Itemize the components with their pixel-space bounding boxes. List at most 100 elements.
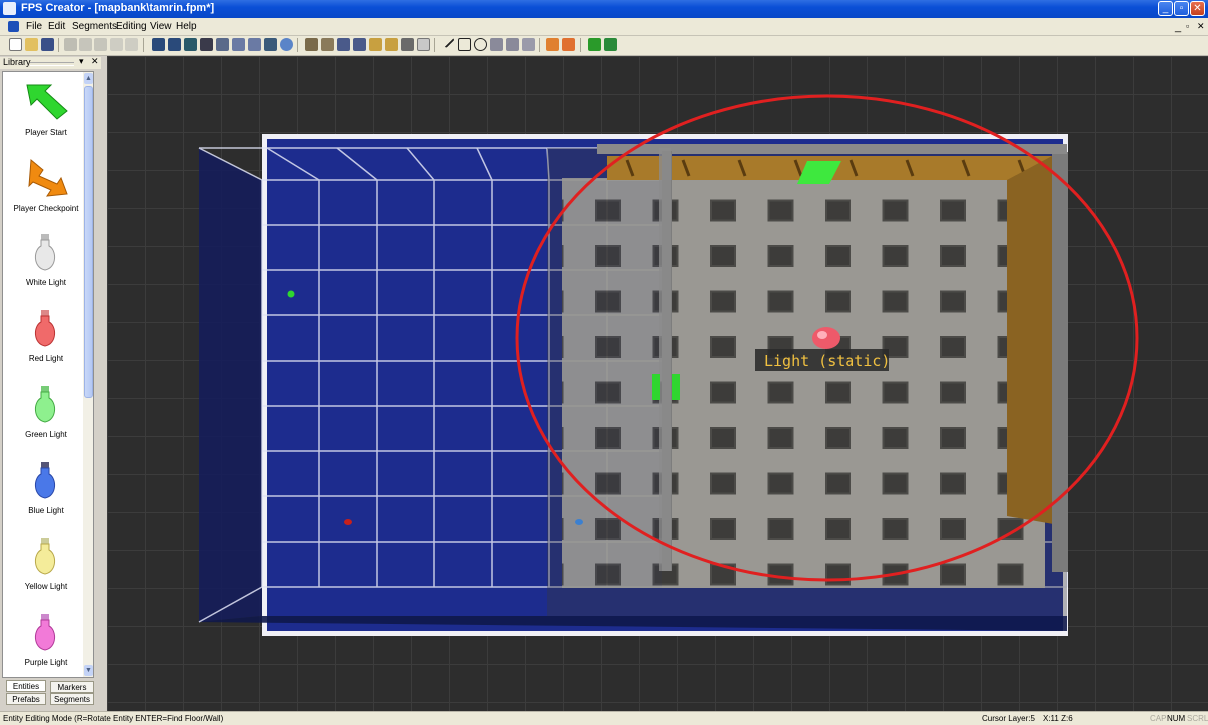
child-minimize-icon[interactable]: _	[1175, 21, 1181, 33]
entity-tooltip: Light (static)	[764, 352, 890, 370]
menu-help[interactable]: Help	[176, 21, 197, 32]
view-icon-4[interactable]	[200, 38, 213, 51]
library-item-label: Yellow Light	[24, 582, 68, 591]
library-item-player-checkpoint[interactable]: Player Checkpoint	[3, 152, 83, 228]
brush-icon[interactable]	[385, 38, 398, 51]
menu-editing[interactable]: Editing	[116, 21, 147, 32]
paste-icon[interactable]	[94, 38, 107, 51]
open-folder-icon[interactable]	[25, 38, 38, 51]
segment-tool-icon-1[interactable]	[305, 38, 318, 51]
window-title: FPS Creator - [mapbank\tamrin.fpm*]	[21, 2, 215, 14]
status-bar: Entity Editing Mode (R=Rotate Entity ENT…	[0, 711, 1208, 725]
menu-bar: File Edit Segments Editing View Help _ ▫…	[0, 18, 1208, 36]
tab-markers[interactable]: Markers	[50, 681, 94, 693]
orange-arrow-icon	[28, 158, 68, 197]
save-icon[interactable]	[41, 38, 54, 51]
copy-icon[interactable]	[79, 38, 92, 51]
light-bulb-icon	[35, 234, 55, 271]
status-num: NUM	[1167, 714, 1186, 723]
library-panel: Player Start Player Checkpoint White Lig…	[2, 71, 94, 678]
library-item-label: Player Start	[25, 128, 67, 137]
library-item-red-light[interactable]: Red Light	[3, 304, 83, 380]
select-area-icon[interactable]	[417, 38, 430, 51]
line-tool-icon[interactable]	[441, 34, 455, 49]
segment-tool-icon-2[interactable]	[321, 38, 334, 51]
light-bulb-icon	[35, 386, 55, 423]
library-item-label: Blue Light	[28, 506, 64, 515]
child-close-icon[interactable]: ✕	[1197, 21, 1205, 32]
library-item-green-light[interactable]: Green Light	[3, 380, 83, 456]
library-item-white-light[interactable]: White Light	[3, 228, 83, 304]
cut-icon[interactable]	[64, 38, 77, 51]
close-button[interactable]: ✕	[1190, 1, 1205, 16]
status-cursor-layer: Cursor Layer:5	[982, 714, 1035, 723]
test-game-icon[interactable]	[588, 38, 601, 51]
document-icon	[8, 21, 19, 32]
library-item-label: Player Checkpoint	[13, 204, 79, 213]
entity-tool-icon-2[interactable]	[506, 38, 519, 51]
layers-icon[interactable]	[216, 38, 229, 51]
rectangle-tool-icon[interactable]	[458, 38, 471, 51]
title-bar: FPS Creator - [mapbank\tamrin.fpm*] _ ▫ …	[0, 0, 1208, 18]
close-panel-icon[interactable]: ✕	[91, 56, 99, 67]
entity-tool-icon-1[interactable]	[490, 38, 503, 51]
menu-file[interactable]: File	[26, 21, 42, 32]
pin-icon[interactable]: ▾	[79, 56, 84, 67]
library-item-label: Red Light	[28, 354, 64, 363]
minimize-button[interactable]: _	[1158, 1, 1173, 16]
layer-up-icon[interactable]	[232, 38, 245, 51]
circle-tool-icon[interactable]	[474, 38, 487, 51]
tab-segments[interactable]: Segments	[50, 693, 94, 705]
maximize-button[interactable]: ▫	[1174, 1, 1189, 16]
level-view[interactable]: Light (static)	[107, 56, 1208, 711]
library-item-blue-light[interactable]: Blue Light	[3, 456, 83, 532]
light-bulb-icon	[35, 310, 55, 347]
library-item-label: Green Light	[25, 430, 67, 439]
view-icon-3[interactable]	[184, 38, 197, 51]
editor-viewport[interactable]: Light (static)	[107, 56, 1208, 711]
scroll-up-icon[interactable]: ▲	[84, 73, 93, 84]
library-item-label: White Light	[25, 278, 67, 287]
menu-edit[interactable]: Edit	[48, 21, 65, 32]
library-item-label: Purple Light	[24, 658, 68, 667]
scroll-down-icon[interactable]: ▼	[84, 665, 93, 676]
library-item-purple-light[interactable]: Purple Light	[3, 608, 83, 677]
library-header: Library ▾ ✕	[0, 56, 101, 69]
child-restore-icon[interactable]: ▫	[1186, 21, 1189, 31]
panel-grip[interactable]	[30, 62, 74, 66]
segment-tool-icon-3[interactable]	[337, 38, 350, 51]
layer-down-icon[interactable]	[248, 38, 261, 51]
map-icon[interactable]	[264, 38, 277, 51]
toolbar	[0, 34, 1208, 56]
library-title: Library	[3, 57, 31, 67]
flag-icon-2[interactable]	[562, 38, 575, 51]
build-game-icon[interactable]	[604, 38, 617, 51]
light-bulb-icon	[35, 614, 55, 651]
scrollbar-thumb[interactable]	[84, 86, 93, 398]
pick-icon[interactable]	[401, 38, 414, 51]
redo-icon[interactable]	[125, 38, 138, 51]
tab-entities[interactable]: Entities	[6, 680, 46, 692]
entity-tool-icon-3[interactable]	[522, 38, 535, 51]
menu-view[interactable]: View	[150, 21, 172, 32]
status-cap: CAP	[1150, 714, 1167, 723]
tab-prefabs[interactable]: Prefabs	[6, 693, 46, 705]
status-scrl: SCRL	[1187, 714, 1208, 723]
status-mode: Entity Editing Mode (R=Rotate Entity ENT…	[3, 714, 224, 723]
view-icon-2[interactable]	[168, 38, 181, 51]
status-coords: X:11 Z:6	[1043, 714, 1073, 723]
undo-icon[interactable]	[110, 38, 123, 51]
flag-icon-1[interactable]	[546, 38, 559, 51]
view-icon-1[interactable]	[152, 38, 165, 51]
zoom-icon[interactable]	[280, 38, 293, 51]
light-bulb-icon	[35, 538, 55, 575]
new-file-icon[interactable]	[9, 38, 22, 51]
paint-icon[interactable]	[369, 38, 382, 51]
menu-segments[interactable]: Segments	[72, 21, 117, 32]
library-item-yellow-light[interactable]: Yellow Light	[3, 532, 83, 608]
library-item-player-start[interactable]: Player Start	[3, 76, 83, 152]
segment-tool-icon-4[interactable]	[353, 38, 366, 51]
library-tabs: Entities Markers Prefabs Segments	[2, 680, 96, 708]
light-bulb-icon	[35, 462, 55, 499]
library-scrollbar[interactable]: ▲ ▼	[83, 72, 93, 677]
